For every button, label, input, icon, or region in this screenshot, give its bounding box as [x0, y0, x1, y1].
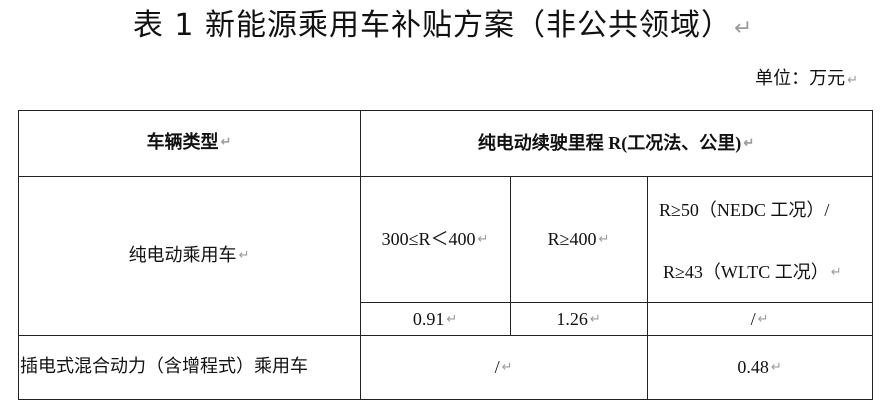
bev-label: 纯电动乘用车 ↵: [128, 244, 250, 266]
range-col-2: R≥400 ↵: [547, 229, 610, 249]
paragraph-mark: ↵: [734, 16, 754, 41]
header-range: 纯电动续驶里程 R(工况法、公里) ↵: [477, 133, 755, 153]
phev-label: 插电式混合动力（含增程式）乘用车: [20, 356, 308, 377]
range-col-3-line-2: R≥43（WLTC 工况） ↵: [663, 262, 842, 282]
range-col-1: 300≤R＜400 ↵: [381, 229, 489, 249]
paragraph-mark: ↵: [847, 73, 858, 88]
bev-value-3: / ↵: [750, 308, 769, 329]
header-vehicle-type: 车辆类型 ↵: [146, 132, 232, 153]
bev-value-1: 0.91 ↵: [412, 308, 458, 329]
bev-value-2: 1.26 ↵: [556, 308, 601, 329]
range-col-3-line-1: R≥50（NEDC 工况）/: [659, 200, 830, 220]
unit-label: 单位：万元 ↵: [755, 68, 858, 89]
phev-value-2: 0.48 ↵: [737, 357, 782, 377]
phev-value-1: / ↵: [494, 357, 513, 377]
page-title: 表 1 新能源乘用车补贴方案（非公共领域）↵: [132, 8, 754, 43]
